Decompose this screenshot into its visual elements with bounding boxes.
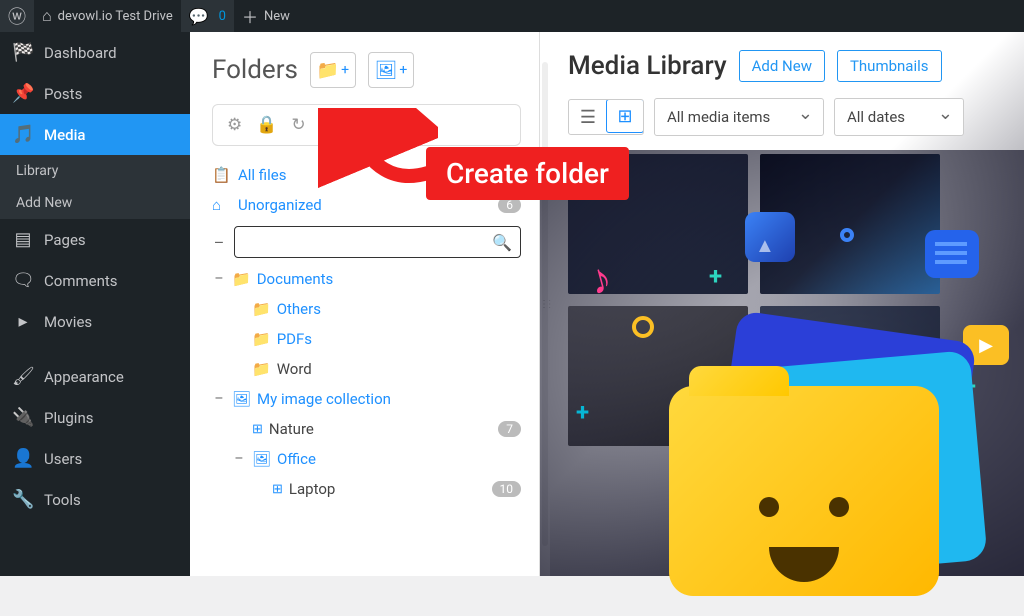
wp-admin-sidebar: 🏁Dashboard 📌Posts 🎵Media Library Add New… — [0, 32, 190, 576]
collapse-icon[interactable]: – — [212, 271, 226, 287]
tree-office[interactable]: – 🖼 Office — [212, 444, 521, 474]
add-new-button[interactable]: Add New — [739, 50, 825, 82]
tree-documents[interactable]: – 📁 Documents — [212, 264, 521, 294]
menu-appearance[interactable]: 🖌Appearance — [0, 356, 190, 397]
plus-icon: + — [341, 62, 349, 78]
menu-plugins[interactable]: 🔌Plugins — [0, 397, 190, 438]
home-icon: ⌂ — [42, 6, 52, 26]
tree-others[interactable]: 📁 Others — [212, 294, 521, 324]
home-icon: ⌂ — [212, 196, 230, 214]
submenu-add-new[interactable]: Add New — [0, 187, 190, 219]
panel-resize-handle[interactable] — [542, 62, 548, 546]
media-grid — [568, 154, 1024, 446]
new-folder-button[interactable]: 📁+ — [310, 52, 356, 88]
gear-icon[interactable]: ⚙ — [227, 115, 242, 135]
thumbnails-button[interactable]: Thumbnails — [837, 50, 942, 82]
movies-icon: ▸ — [12, 311, 34, 332]
image-tile-icon — [745, 212, 795, 262]
plus-icon: + — [399, 62, 407, 78]
folder-icon: 📁 — [252, 330, 271, 348]
menu-comments[interactable]: 🗨Comments — [0, 260, 190, 301]
tree-laptop[interactable]: ⊞ Laptop 10 — [212, 474, 521, 504]
gallery-plus-icon: 🖼 — [375, 60, 398, 81]
comment-count-link[interactable]: 💬 0 — [181, 0, 234, 32]
folder-plus-icon: 📁 — [317, 60, 339, 81]
date-filter[interactable]: All dates — [834, 98, 964, 136]
menu-dashboard[interactable]: 🏁Dashboard — [0, 32, 190, 73]
count-badge: 7 — [498, 421, 521, 437]
decor-plus: + — [963, 372, 976, 400]
collapse-icon[interactable]: – — [232, 451, 246, 467]
menu-tools[interactable]: 🔧Tools — [0, 479, 190, 520]
decor-circle — [840, 228, 854, 242]
grid-icon: ⊞ — [272, 482, 283, 497]
menu-media[interactable]: 🎵Media — [0, 114, 190, 155]
new-content-link[interactable]: ＋ New — [234, 0, 298, 32]
comments-icon: 🗨 — [12, 270, 34, 291]
tools-icon: 🔧 — [12, 489, 34, 510]
menu-users[interactable]: 👤Users — [0, 438, 190, 479]
menu-pages[interactable]: ▤Pages — [0, 219, 190, 260]
dashboard-icon: 🏁 — [12, 42, 34, 63]
folder-icon: 📁 — [252, 360, 271, 378]
folder-search[interactable]: 🔍 — [234, 226, 521, 258]
callout-arrow — [318, 108, 438, 218]
plugins-icon: 🔌 — [12, 407, 34, 428]
new-gallery-button[interactable]: 🖼+ — [368, 52, 414, 88]
menu-posts[interactable]: 📌Posts — [0, 73, 190, 114]
users-icon: 👤 — [12, 448, 34, 469]
list-view-button[interactable]: ☰ — [569, 100, 607, 134]
media-thumbnail[interactable] — [568, 306, 748, 446]
media-toolbar: ☰ ⊞ All media items All dates — [568, 98, 1024, 136]
media-header: Media Library Add New Thumbnails — [568, 50, 1024, 82]
new-label: New — [264, 9, 290, 24]
file-icon: 📋 — [212, 166, 230, 184]
comment-icon: 💬 — [189, 7, 209, 26]
folders-title: Folders — [212, 55, 298, 85]
tree-collapse-toggle[interactable]: – — [212, 233, 226, 252]
media-library-panel: Media Library Add New Thumbnails ☰ ⊞ All… — [550, 32, 1024, 576]
video-tile-icon: ▶ — [963, 325, 1009, 365]
grid-view-button[interactable]: ⊞ — [606, 99, 644, 133]
refresh-icon[interactable]: ↻ — [291, 115, 305, 135]
comment-count: 0 — [219, 9, 226, 24]
folder-search-input[interactable] — [243, 234, 492, 250]
tree-word[interactable]: 📁 Word — [212, 354, 521, 384]
decor-plus: + — [576, 398, 589, 426]
decor-plus: + — [709, 262, 722, 290]
wp-content-area: Folders 📁+ 🖼+ ⚙ 🔒 ↻ ✎ 🗑 ▾▴ ⋯ 📋 All files… — [190, 32, 1024, 576]
wp-logo[interactable]: ⓦ — [0, 0, 34, 32]
site-title: devowl.io Test Drive — [58, 9, 173, 24]
collapse-icon[interactable]: – — [212, 391, 226, 407]
tree-my-image-collection[interactable]: – 🖼 My image collection — [212, 384, 521, 414]
media-icon: 🎵 — [12, 124, 34, 145]
gallery-icon: 🖼 — [232, 390, 251, 408]
pages-icon: ▤ — [12, 229, 34, 250]
view-toggle: ☰ ⊞ — [568, 99, 644, 135]
tree-nature[interactable]: ⊞ Nature 7 — [212, 414, 521, 444]
appearance-icon: 🖌 — [12, 366, 34, 387]
folders-header: Folders 📁+ 🖼+ — [212, 52, 521, 88]
menu-movies[interactable]: ▸Movies — [0, 301, 190, 342]
callout-label: Create folder — [426, 147, 629, 200]
tree-pdfs[interactable]: 📁 PDFs — [212, 324, 521, 354]
grid-icon: ⊞ — [252, 422, 263, 437]
count-badge: 10 — [492, 481, 522, 497]
site-link[interactable]: ⌂ devowl.io Test Drive — [34, 0, 181, 32]
wp-admin-bar: ⓦ ⌂ devowl.io Test Drive 💬 0 ＋ New — [0, 0, 1024, 32]
chat-tile-icon — [925, 230, 979, 278]
submenu-library[interactable]: Library — [0, 155, 190, 187]
page-title: Media Library — [568, 51, 727, 81]
lock-icon[interactable]: 🔒 — [256, 115, 277, 135]
folder-icon: 📁 — [232, 270, 251, 288]
plus-icon: ＋ — [242, 4, 258, 28]
folder-icon: 📁 — [252, 300, 271, 318]
media-type-filter[interactable]: All media items — [654, 98, 824, 136]
search-icon: 🔍 — [492, 233, 512, 252]
gallery-icon: 🖼 — [252, 450, 271, 468]
media-thumbnail[interactable] — [760, 306, 940, 446]
posts-icon: 📌 — [12, 83, 34, 104]
decor-circle — [632, 316, 654, 338]
